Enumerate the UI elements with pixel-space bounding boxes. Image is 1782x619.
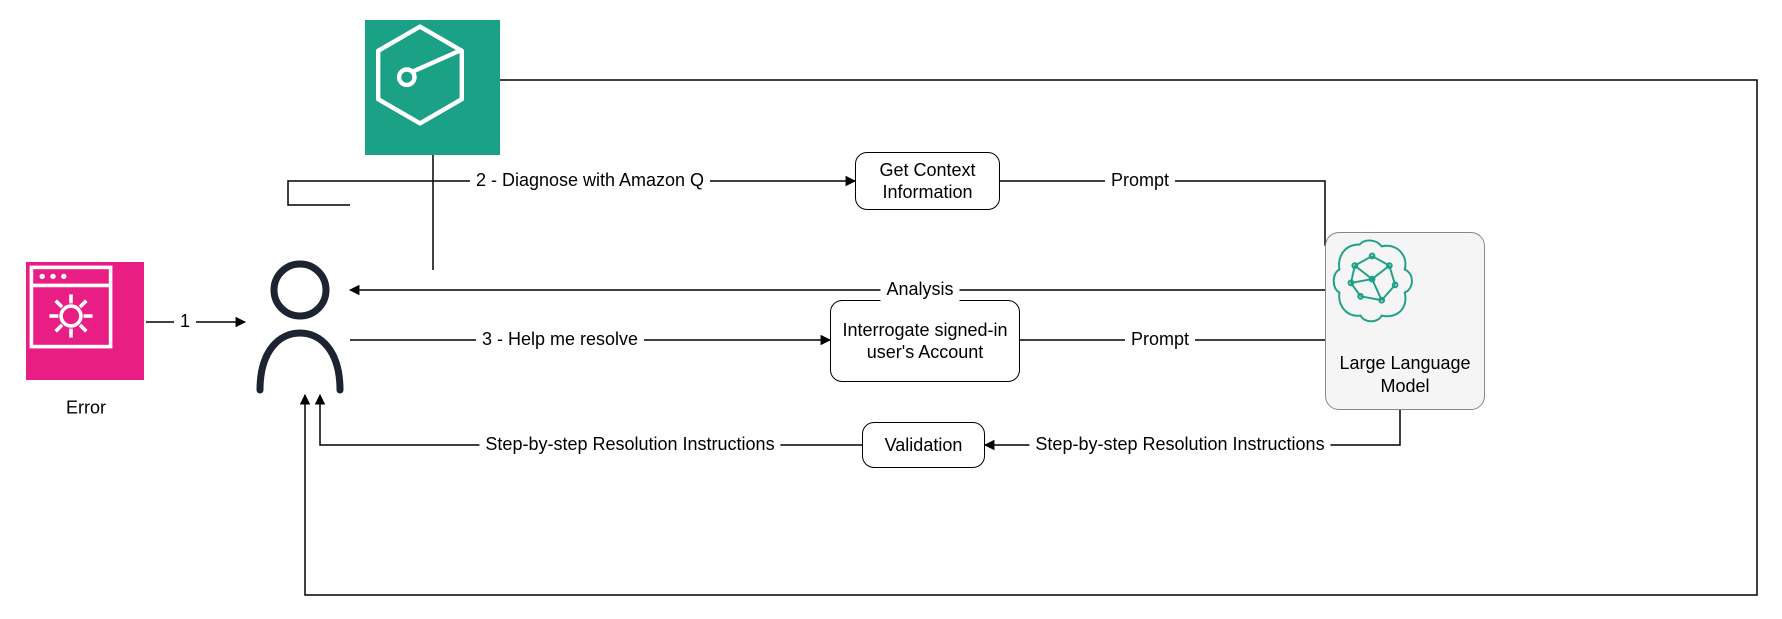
label-resolution-right: Step-by-step Resolution Instructions	[1029, 434, 1330, 456]
label-help-resolve: 3 - Help me resolve	[476, 329, 644, 351]
label-resolution-left: Step-by-step Resolution Instructions	[479, 434, 780, 456]
service-tile	[365, 20, 500, 155]
label-diagnose: 2 - Diagnose with Amazon Q	[470, 170, 710, 192]
node-interrogate-label: Interrogate signed-in user's Account	[841, 319, 1009, 364]
node-get-context-label: Get Context Information	[866, 159, 989, 204]
label-prompt-1: Prompt	[1105, 170, 1175, 192]
node-llm-label: Large Language Model	[1336, 352, 1474, 397]
diagram-canvas: Error Get Context Information Interrogat…	[0, 0, 1782, 619]
node-validation-label: Validation	[885, 434, 963, 457]
hexagon-icon	[365, 20, 475, 130]
brain-icon	[1326, 233, 1422, 329]
label-1: 1	[174, 311, 196, 333]
label-analysis: Analysis	[880, 279, 959, 301]
node-get-context: Get Context Information	[855, 152, 1000, 210]
label-prompt-2: Prompt	[1125, 329, 1195, 351]
error-label: Error	[66, 398, 106, 419]
node-interrogate: Interrogate signed-in user's Account	[830, 300, 1020, 382]
node-validation: Validation	[862, 422, 985, 468]
error-tile	[26, 262, 144, 380]
node-llm: Large Language Model	[1325, 232, 1485, 410]
gear-window-icon	[26, 262, 116, 352]
